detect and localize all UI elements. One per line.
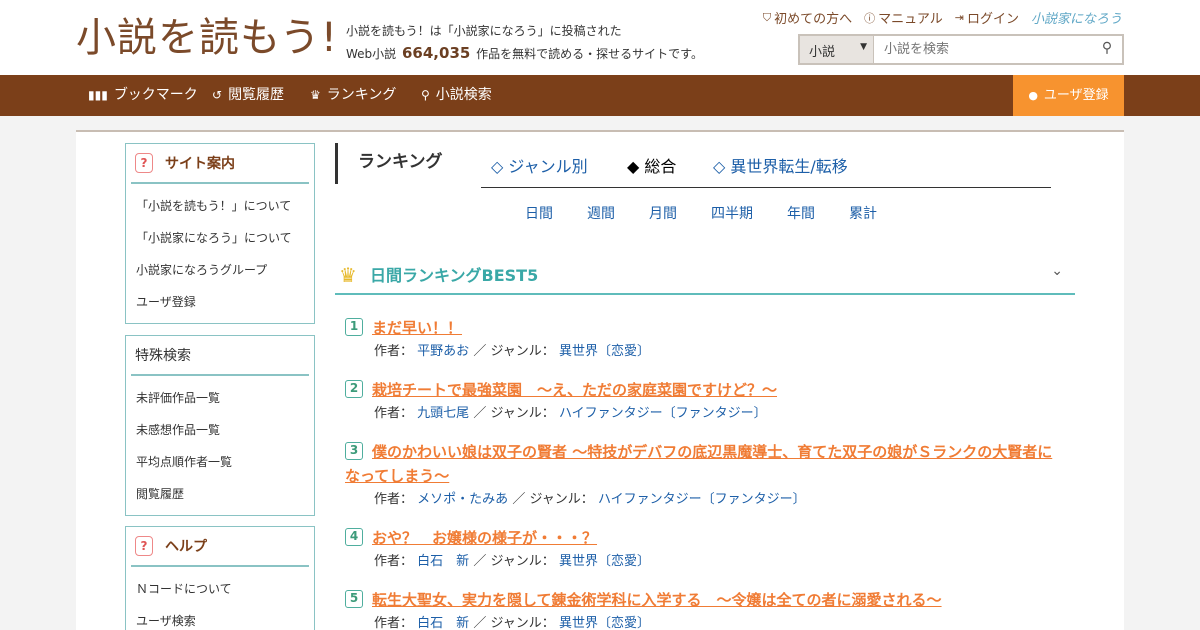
ranking-entry: 2 栽培チートで最強菜園 ～え、ただの家庭菜園ですけど？～ 作者： 九頭七尾 ／… xyxy=(345,378,1060,426)
question-icon: ? xyxy=(135,536,153,556)
ranking-tabs: ◇ ジャンル別 ◆ 総合 ◇ 異世界転生/転移 xyxy=(481,143,1051,188)
ranking-entry: 5 転生大聖女、実力を隠して錬金術学科に入学する ～令嬢は全ての者に溺愛される～… xyxy=(345,588,1060,630)
ranking-entry: 4 おや？ お嬢様の様子が・・・？ 作者： 白石 新 ／ ジャンル： 異世界〔恋… xyxy=(345,526,1060,574)
crown-icon: ♛ xyxy=(339,263,357,287)
nav-bookmark[interactable]: ▮▮▮ ブックマーク xyxy=(88,75,198,116)
author-link[interactable]: 平野あお xyxy=(417,344,469,359)
site-guide-title: ? サイト案内 xyxy=(131,144,309,184)
help-title: ? ヘルプ xyxy=(131,527,309,567)
period-total[interactable]: 累計 xyxy=(849,203,877,223)
work-count: 664,035 xyxy=(402,44,471,62)
user-icon: ● xyxy=(1028,89,1038,102)
genre-link[interactable]: ハイファンタジー〔ファンタジー〕 xyxy=(598,492,806,507)
site-logo[interactable]: 小説を読もう! xyxy=(76,12,338,64)
search-icon: ⚲ xyxy=(1101,40,1113,56)
caret-down-icon: ▼ xyxy=(860,42,867,52)
history-icon: ↺ xyxy=(212,88,223,102)
shield-icon: ⛉ xyxy=(762,10,772,24)
narou-partner-logo[interactable]: 小説家になろう xyxy=(1031,8,1122,27)
main-nav: ▮▮▮ ブックマーク ↺ 閲覧履歴 ♛ ランキング ⚲ 小説検索 ● ユーザ登録 xyxy=(0,75,1200,116)
best5-title: 日間ランキングBEST5 xyxy=(370,266,539,285)
work-meta: 作者： 白石 新 ／ ジャンル： 異世界〔恋愛〕 xyxy=(374,554,650,569)
question-icon: ? xyxy=(135,153,153,173)
search-input[interactable] xyxy=(874,36,1092,63)
work-title-link[interactable]: 転生大聖女、実力を隠して錬金術学科に入学する ～令嬢は全ての者に溺愛される～ xyxy=(345,588,1060,612)
sidebar-item[interactable]: 未感想作品一覧 xyxy=(136,414,314,446)
sidebar-item[interactable]: 閲覧履歴 xyxy=(136,478,314,510)
nav-search[interactable]: ⚲ 小説検索 xyxy=(421,75,492,116)
work-meta: 作者： 平野あお ／ ジャンル： 異世界〔恋愛〕 xyxy=(374,344,650,359)
rank-number-badge: 2 xyxy=(345,380,363,398)
author-link[interactable]: メソポ・たみあ xyxy=(417,492,508,507)
main-container: ? サイト案内 「小説を読もう！」について 「小説家になろう」について 小説家にな… xyxy=(76,130,1124,630)
ranking-heading: ランキング xyxy=(335,143,443,184)
search-bar: 小説▼ ⚲ xyxy=(798,34,1124,65)
search-button[interactable]: ⚲ xyxy=(1092,36,1122,63)
genre-link[interactable]: 異世界〔恋愛〕 xyxy=(559,554,650,569)
question-circle-icon: ⓘ xyxy=(864,11,876,25)
sidebar-help: ? ヘルプ Ｎコードについて ユーザ検索 xyxy=(125,526,315,630)
tab-genre[interactable]: ◇ ジャンル別 xyxy=(491,153,588,177)
author-link[interactable]: 白石 新 xyxy=(417,616,469,630)
tagline-line1: 小説を読もう！は「小説家になろう」に投稿された xyxy=(346,24,622,38)
rank-number-badge: 3 xyxy=(345,442,363,460)
sidebar-item[interactable]: 「小説を読もう！」について xyxy=(136,190,314,222)
period-monthly[interactable]: 月間 xyxy=(649,203,677,223)
crown-icon: ♛ xyxy=(310,88,321,102)
link-beginners[interactable]: ⛉ 初めての方へ xyxy=(762,8,852,28)
sidebar-special-search: 特殊検索 未評価作品一覧 未感想作品一覧 平均点順作者一覧 閲覧履歴 xyxy=(125,335,315,516)
period-weekly[interactable]: 週間 xyxy=(587,203,615,223)
login-icon: ⇥ xyxy=(954,11,964,24)
work-title-link[interactable]: まだ早い！！ xyxy=(345,316,1060,340)
link-manual[interactable]: ⓘ マニュアル xyxy=(864,8,943,28)
nav-history[interactable]: ↺ 閲覧履歴 xyxy=(212,75,284,116)
tab-overall[interactable]: ◆ 総合 xyxy=(627,153,676,177)
sidebar-item[interactable]: 平均点順作者一覧 xyxy=(136,446,314,478)
period-yearly[interactable]: 年間 xyxy=(787,203,815,223)
work-title-link[interactable]: 僕のかわいい娘は双子の賢者 ～特技がデバフの底辺黒魔導士、育てた双子の娘がＳラン… xyxy=(345,440,1060,488)
rank-number-badge: 5 xyxy=(345,590,363,608)
bookmark-icon: ▮▮▮ xyxy=(88,88,108,102)
tab-isekai[interactable]: ◇ 異世界転生/転移 xyxy=(713,153,848,177)
sidebar-item[interactable]: 「小説家になろう」について xyxy=(136,222,314,254)
work-title-link[interactable]: おや？ お嬢様の様子が・・・？ xyxy=(345,526,1060,550)
link-login[interactable]: ⇥ ログイン xyxy=(955,8,1019,27)
genre-link[interactable]: 異世界〔恋愛〕 xyxy=(559,616,650,630)
special-search-title: 特殊検索 xyxy=(131,336,309,376)
ranking-entry: 1 まだ早い！！ 作者： 平野あお ／ ジャンル： 異世界〔恋愛〕 xyxy=(345,316,1060,364)
period-daily[interactable]: 日間 xyxy=(525,203,553,223)
genre-link[interactable]: 異世界〔恋愛〕 xyxy=(559,344,650,359)
tagline-line2: Web小説 664,035 作品を無料で読める・探せるサイトです。 xyxy=(346,44,703,62)
top-links: ⛉ 初めての方へ ⓘ マニュアル ⇥ ログイン 小説家になろう xyxy=(762,8,1122,28)
work-meta: 作者： メソポ・たみあ ／ ジャンル： ハイファンタジー〔ファンタジー〕 xyxy=(374,492,806,507)
chevron-down-icon[interactable]: ⌄ xyxy=(1051,263,1063,279)
sidebar-item[interactable]: ユーザ登録 xyxy=(136,286,314,318)
sidebar-item[interactable]: Ｎコードについて xyxy=(136,573,314,605)
author-link[interactable]: 白石 新 xyxy=(417,554,469,569)
rank-number-badge: 4 xyxy=(345,528,363,546)
genre-link[interactable]: ハイファンタジー〔ファンタジー〕 xyxy=(559,406,767,421)
search-type-select[interactable]: 小説 ▼ xyxy=(800,36,874,63)
sidebar-item[interactable]: 小説家になろうグループ xyxy=(136,254,314,286)
ranking-entry: 3 僕のかわいい娘は双子の賢者 ～特技がデバフの底辺黒魔導士、育てた双子の娘がＳ… xyxy=(345,440,1060,512)
work-title-link[interactable]: 栽培チートで最強菜園 ～え、ただの家庭菜園ですけど？～ xyxy=(345,378,1060,402)
work-meta: 作者： 九頭七尾 ／ ジャンル： ハイファンタジー〔ファンタジー〕 xyxy=(374,406,767,421)
site-header: 小説を読もう! 小説を読もう！は「小説家になろう」に投稿された Web小説 66… xyxy=(0,0,1200,75)
register-button[interactable]: ● ユーザ登録 xyxy=(1013,75,1124,116)
sidebar-item[interactable]: ユーザ検索 xyxy=(136,605,314,630)
best5-header[interactable]: ♛ 日間ランキングBEST5 ⌄ xyxy=(335,255,1075,295)
nav-ranking[interactable]: ♛ ランキング xyxy=(310,75,396,116)
sidebar-item[interactable]: 未評価作品一覧 xyxy=(136,382,314,414)
site-tagline: 小説を読もう！は「小説家になろう」に投稿された Web小説 664,035 作品… xyxy=(346,20,703,65)
sidebar-site-guide: ? サイト案内 「小説を読もう！」について 「小説家になろう」について 小説家にな… xyxy=(125,143,315,324)
period-quarterly[interactable]: 四半期 xyxy=(711,203,753,223)
search-icon: ⚲ xyxy=(421,88,430,102)
work-meta: 作者： 白石 新 ／ ジャンル： 異世界〔恋愛〕 xyxy=(374,616,650,630)
rank-number-badge: 1 xyxy=(345,318,363,336)
author-link[interactable]: 九頭七尾 xyxy=(417,406,469,421)
